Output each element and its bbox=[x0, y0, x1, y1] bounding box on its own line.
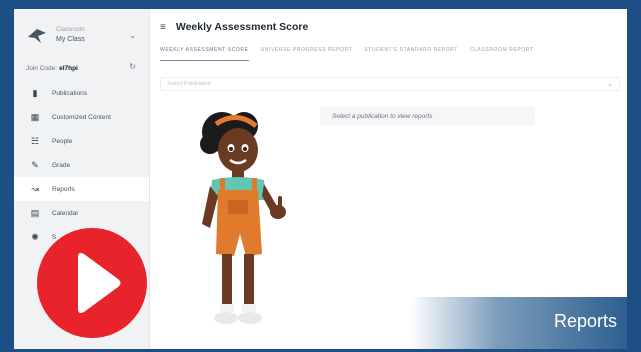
sidebar-item-label: Reports bbox=[52, 185, 75, 193]
sidebar-nav: ▮ Publications ▦ Customized Content ☵ Pe… bbox=[14, 81, 149, 249]
play-button[interactable] bbox=[36, 227, 148, 339]
sidebar-item-people[interactable]: ☵ People bbox=[14, 129, 149, 153]
join-code-label: Join Code: bbox=[26, 64, 58, 72]
chevron-down-icon: ⌄ bbox=[607, 81, 613, 88]
sidebar-item-label: Grade bbox=[52, 161, 71, 169]
tab-universe-progress-report[interactable]: UNIVERSE PROGRESS REPORT bbox=[261, 47, 353, 61]
chart-icon: ↝ bbox=[31, 183, 39, 194]
class-name: My Class bbox=[56, 36, 85, 43]
pencil-icon: ✎ bbox=[31, 159, 39, 170]
book-icon: ▮ bbox=[32, 87, 38, 98]
class-caption: Classroom bbox=[56, 27, 85, 33]
banner-label: Reports bbox=[553, 311, 617, 331]
join-code-row: Join Code: el7hpi ↻ bbox=[26, 62, 136, 74]
people-icon: ☵ bbox=[30, 135, 40, 146]
app-window: Classroom My Class ⌄ Join Code: el7hpi ↻… bbox=[14, 9, 627, 349]
join-code-value: el7hpi bbox=[59, 64, 78, 72]
sidebar-item-customized-content[interactable]: ▦ Customized Content bbox=[14, 105, 149, 129]
reports-banner: Reports bbox=[410, 297, 627, 349]
tab-weekly-assessment-score[interactable]: WEEKLY ASSESSMENT SCORE bbox=[160, 47, 249, 61]
tab-students-standard-report[interactable]: STUDENT'S STANDARD REPORT bbox=[364, 47, 458, 61]
sidebar-item-label: Publications bbox=[52, 89, 88, 97]
chevron-down-icon[interactable]: ⌄ bbox=[129, 31, 136, 40]
hamburger-menu-icon[interactable]: ≡ bbox=[160, 22, 166, 33]
sidebar-item-label: Calendar bbox=[52, 209, 79, 217]
page-title: Weekly Assessment Score bbox=[175, 21, 309, 33]
sidebar-item-publications[interactable]: ▮ Publications bbox=[14, 81, 149, 105]
sidebar-item-calendar[interactable]: ▤ Calendar bbox=[14, 201, 149, 225]
report-tabs: WEEKLY ASSESSMENT SCORE UNIVERSE PROGRES… bbox=[160, 47, 620, 61]
class-logo-icon bbox=[28, 29, 46, 43]
document-icon: ▦ bbox=[30, 111, 40, 122]
sidebar-item-label: People bbox=[52, 137, 73, 145]
refresh-icon[interactable]: ↻ bbox=[129, 62, 136, 71]
select-placeholder: Select Publication bbox=[167, 81, 211, 87]
publication-select[interactable]: Select Publication ⌄ bbox=[160, 77, 620, 91]
calendar-icon: ▤ bbox=[30, 207, 40, 218]
empty-state-notice: Select a publication to view reports bbox=[320, 107, 535, 125]
class-switcher[interactable]: Classroom My Class ⌄ bbox=[26, 21, 136, 49]
sidebar-item-label: Customized Content bbox=[52, 113, 111, 121]
sidebar-item-grade[interactable]: ✎ Grade bbox=[14, 153, 149, 177]
character-illustration bbox=[200, 112, 286, 324]
sidebar-item-reports[interactable]: ↝ Reports bbox=[14, 177, 149, 201]
top-bar: ≡ Weekly Assessment Score bbox=[160, 19, 308, 35]
tab-classroom-report[interactable]: CLASSROOM REPORT bbox=[470, 47, 534, 61]
